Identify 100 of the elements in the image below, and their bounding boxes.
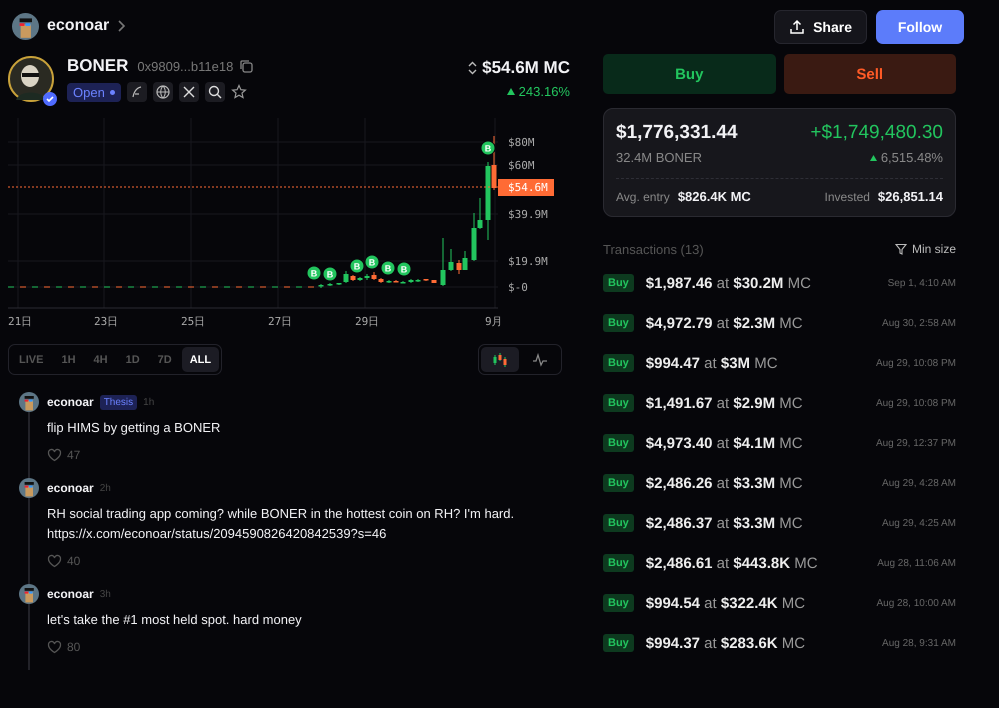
chart-mode-tab[interactable] bbox=[481, 347, 519, 372]
chevron-icon[interactable] bbox=[117, 19, 128, 33]
trade-marker[interactable]: B bbox=[322, 266, 338, 282]
trade-side-badge: Buy bbox=[603, 394, 634, 412]
transaction-amount: $994.37 at $283.6K MC bbox=[646, 634, 806, 652]
y-axis-label: $-0 bbox=[508, 281, 528, 294]
candle bbox=[328, 282, 332, 286]
candle bbox=[318, 284, 324, 288]
search-icon bbox=[208, 85, 222, 99]
comment-author[interactable]: econoar bbox=[47, 481, 94, 495]
avatar-icon bbox=[19, 478, 39, 498]
sell-button[interactable]: Sell bbox=[784, 54, 956, 94]
search-button[interactable] bbox=[204, 82, 225, 102]
comment-time: 3h bbox=[100, 588, 111, 600]
transaction-time: Aug 29, 12:37 PM bbox=[876, 438, 956, 448]
avatar-icon bbox=[19, 584, 39, 604]
profit-amount: +$1,749,480.30 bbox=[810, 122, 943, 144]
avg-entry-label: Avg. entry bbox=[616, 190, 670, 204]
candle bbox=[408, 278, 414, 284]
star-icon[interactable] bbox=[230, 84, 247, 100]
timeframe-tab[interactable]: 1D bbox=[118, 347, 148, 372]
heart-icon[interactable] bbox=[47, 640, 62, 654]
up-triangle-icon bbox=[870, 154, 877, 160]
transaction-amount: $1,987.46 at $30.2M MC bbox=[646, 274, 812, 292]
line-chart-icon bbox=[532, 352, 548, 368]
trade-marker[interactable]: B bbox=[396, 262, 412, 276]
comment-time: 1h bbox=[143, 396, 154, 408]
candle bbox=[364, 274, 370, 280]
position-value: $1,776,331.44 bbox=[616, 122, 738, 144]
feather-icon bbox=[130, 85, 144, 99]
transaction-time: Aug 29, 4:28 AM bbox=[882, 478, 956, 488]
candle bbox=[448, 248, 454, 272]
candle bbox=[394, 280, 398, 282]
token-address: 0x9809...b11e18 bbox=[137, 58, 234, 74]
candle bbox=[432, 280, 436, 284]
timeframe-tab[interactable]: 1H bbox=[53, 347, 84, 372]
trade-marker[interactable]: B bbox=[364, 254, 380, 270]
x-axis-label: 25日 bbox=[181, 315, 206, 328]
x-axis-label: 23日 bbox=[94, 315, 118, 328]
candle bbox=[358, 276, 362, 282]
transaction-time: Sep 1, 4:10 AM bbox=[888, 278, 956, 288]
transaction-time: Aug 28, 9:31 AM bbox=[882, 638, 956, 648]
comment-author[interactable]: econoar bbox=[47, 587, 94, 601]
thesis-badge: Thesis bbox=[100, 394, 138, 410]
candle bbox=[440, 238, 446, 286]
y-axis-label: $19.9M bbox=[508, 255, 548, 268]
min-size-filter[interactable]: Min size bbox=[894, 242, 956, 256]
transaction-time: Aug 28, 11:06 AM bbox=[877, 558, 956, 568]
up-triangle-icon bbox=[506, 88, 515, 95]
trade-marker[interactable]: B bbox=[350, 258, 364, 274]
x-axis-label: 29日 bbox=[355, 315, 380, 328]
trade-marker[interactable]: B bbox=[380, 260, 396, 276]
transactions-title: Transactions (13) bbox=[603, 242, 704, 256]
candle bbox=[386, 280, 392, 284]
token-symbol: BONER bbox=[67, 56, 128, 76]
timeframe-tab[interactable]: 4H bbox=[86, 347, 116, 372]
candle bbox=[336, 282, 342, 286]
y-axis-label: $80M bbox=[508, 136, 534, 149]
transaction-amount: $4,972.79 at $2.3M MC bbox=[646, 314, 804, 332]
like-count: 80 bbox=[67, 640, 80, 654]
transaction-amount: $1,491.67 at $2.9M MC bbox=[646, 394, 804, 412]
comment-text: flip HIMS by getting a BONER bbox=[47, 419, 222, 437]
feather-button[interactable] bbox=[126, 82, 147, 102]
trade-side-badge: Buy bbox=[603, 474, 634, 492]
x-axis-label: 9月 bbox=[485, 315, 503, 328]
username[interactable]: econoar bbox=[47, 17, 110, 35]
trade-side-badge: Buy bbox=[603, 594, 634, 612]
timeframe-tab[interactable]: LIVE bbox=[11, 347, 52, 372]
comment-text: RH social trading app coming? while BONER in the hottest coin on RH? I'm hard. https://x.com/econoar/status/2094590826420842539?s=46 bbox=[47, 505, 516, 543]
x-axis-label: 21日 bbox=[8, 315, 32, 328]
trade-side-badge: Buy bbox=[603, 314, 634, 332]
trade-side-badge: Buy bbox=[603, 274, 634, 292]
trade-marker[interactable]: B bbox=[480, 140, 496, 156]
heart-icon[interactable] bbox=[47, 554, 62, 568]
follow-button[interactable]: Follow bbox=[876, 10, 964, 44]
heart-icon[interactable] bbox=[47, 448, 62, 462]
candle bbox=[344, 270, 348, 284]
transaction-time: Aug 29, 4:25 AM bbox=[882, 518, 956, 528]
copy-icon[interactable] bbox=[239, 59, 254, 73]
transaction-time: Aug 29, 10:08 PM bbox=[876, 358, 956, 368]
sort-icon[interactable] bbox=[468, 61, 478, 75]
timeframe-tab[interactable]: 7D bbox=[150, 347, 180, 372]
market-cap: $54.6M MC bbox=[482, 58, 570, 78]
trade-side-badge: Buy bbox=[603, 514, 634, 532]
comment-author[interactable]: econoar bbox=[47, 395, 94, 409]
x-logo-button[interactable] bbox=[178, 82, 199, 102]
timeframe-tab[interactable]: ALL bbox=[182, 347, 220, 372]
like-count: 47 bbox=[67, 448, 80, 462]
token-avatar-icon bbox=[8, 56, 54, 102]
transaction-amount: $2,486.26 at $3.3M MC bbox=[646, 474, 804, 492]
y-axis-label: $60M bbox=[508, 159, 534, 172]
trade-side-badge: Buy bbox=[603, 434, 634, 452]
y-axis-label: $39.9M bbox=[508, 208, 548, 221]
share-button[interactable]: Share bbox=[774, 10, 867, 44]
avatar-icon bbox=[19, 392, 39, 412]
buy-button[interactable]: Buy bbox=[603, 54, 776, 94]
filter-icon bbox=[894, 243, 907, 255]
candle bbox=[350, 274, 356, 282]
globe-button[interactable] bbox=[152, 82, 173, 102]
trade-marker[interactable]: B bbox=[306, 266, 322, 280]
